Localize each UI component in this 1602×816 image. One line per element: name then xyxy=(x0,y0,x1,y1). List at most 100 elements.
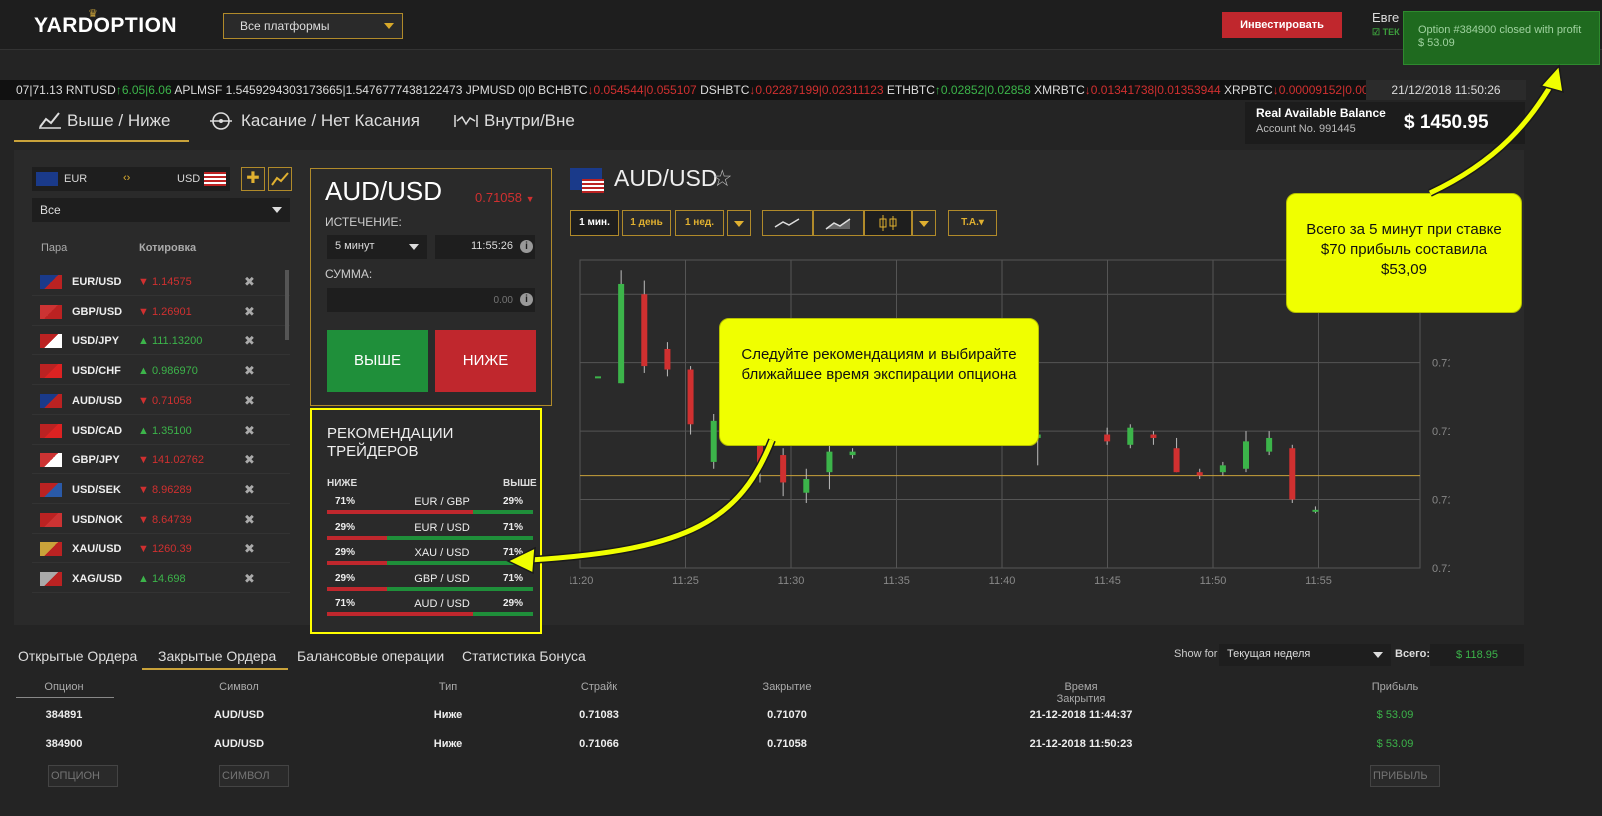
recommendation-row[interactable]: 29% XAU / USD 71% xyxy=(327,544,533,566)
pair-row[interactable]: USD/CHF ▲ 0.986970 ✖ xyxy=(32,356,290,386)
filter-symbol-input[interactable] xyxy=(219,765,289,787)
candle-body xyxy=(618,283,625,384)
remove-icon[interactable]: ✖ xyxy=(244,541,255,557)
chart-type-dropdown[interactable] xyxy=(912,210,936,236)
candle-chart-button[interactable] xyxy=(864,210,912,236)
area-chart-button[interactable] xyxy=(813,210,864,236)
tab-high-low[interactable]: Выше / Ниже xyxy=(67,111,170,131)
remove-icon[interactable]: ✖ xyxy=(244,393,255,409)
profit-notification[interactable]: Option #384900 closed with profit $ 53.0… xyxy=(1403,11,1600,65)
tf-dropdown[interactable] xyxy=(727,210,751,236)
put-button[interactable]: НИЖЕ xyxy=(435,330,536,392)
call-button[interactable]: ВЫШЕ xyxy=(327,330,428,392)
tab-balance-ops[interactable]: Балансовые операции xyxy=(297,648,444,664)
account-number: Account No. 991445 xyxy=(1256,123,1356,135)
candle-body xyxy=(849,451,856,456)
y-tick-label: 0.71100 xyxy=(1432,358,1450,370)
active-tab-indicator xyxy=(14,140,189,142)
currency-flag-icon xyxy=(40,393,62,408)
recommendation-row[interactable]: 71% AUD / USD 29% xyxy=(327,595,533,617)
remove-icon[interactable]: ✖ xyxy=(244,274,255,290)
recommendation-row[interactable]: 29% EUR / USD 71% xyxy=(327,519,533,541)
recommendation-row[interactable]: 29% GBP / USD 71% xyxy=(327,570,533,592)
currency-flag-icon xyxy=(40,453,62,468)
invest-button[interactable]: Инвестировать xyxy=(1222,12,1342,38)
column-header[interactable]: Страйк xyxy=(559,681,639,693)
eu-flag-icon xyxy=(36,172,58,186)
ticker-value: ↓0.054544|0.055107 xyxy=(587,83,697,97)
logo[interactable]: YARDOPTION xyxy=(34,14,177,38)
remove-icon[interactable]: ✖ xyxy=(244,571,255,587)
pair-row[interactable]: USD/JPY ▲ 111.13200 ✖ xyxy=(32,326,290,356)
column-header[interactable]: Прибыль xyxy=(1355,681,1435,693)
remove-icon[interactable]: ✖ xyxy=(244,512,255,528)
expiry-select[interactable]: 5 минут xyxy=(327,235,427,259)
tf-1min[interactable]: 1 мин. xyxy=(570,210,619,236)
higher-percent: 71% xyxy=(503,572,524,584)
line-chart-button[interactable] xyxy=(762,210,813,236)
pair-row[interactable]: USD/NOK ▼ 8.64739 ✖ xyxy=(32,505,290,534)
chevron-down-icon xyxy=(734,221,744,227)
pair-row[interactable]: GBP/USD ▼ 1.26901 ✖ xyxy=(32,297,290,326)
pair-filter-select[interactable]: Все xyxy=(32,198,290,222)
ticker-symbol: XMRBTC xyxy=(1030,83,1085,97)
lower-bar xyxy=(327,586,387,591)
pair-row[interactable]: EUR/USD ▼ 1.14575 ✖ xyxy=(32,267,290,296)
add-icon[interactable]: ✚ xyxy=(241,167,265,191)
remove-icon[interactable]: ✖ xyxy=(244,452,255,468)
account-status-label: ТЕК xyxy=(1382,27,1400,37)
remove-icon[interactable]: ✖ xyxy=(244,363,255,379)
swap-icon[interactable]: ‹› xyxy=(123,172,130,184)
pair-selector[interactable]: EUR ‹› USD xyxy=(32,167,230,191)
remove-icon[interactable]: ✖ xyxy=(244,482,255,498)
column-header[interactable]: Закрытие xyxy=(747,681,827,693)
tab-closed-orders[interactable]: Закрытые Ордера xyxy=(158,648,276,664)
tf-1day[interactable]: 1 день xyxy=(622,210,671,236)
info-icon[interactable]: i xyxy=(520,240,533,253)
recommendations-title: РЕКОМЕНДАЦИИ ТРЕЙДЕРОВ xyxy=(327,425,453,461)
tab-in-out[interactable]: Внутри/Вне xyxy=(484,111,575,131)
remove-icon[interactable]: ✖ xyxy=(244,333,255,349)
candle-body xyxy=(687,369,694,425)
trade-price-value: 0.71058 xyxy=(475,190,522,205)
tab-open-orders[interactable]: Открытые Ордера xyxy=(18,648,137,664)
ticker-value: ↓0.01341738|0.01353944 xyxy=(1084,83,1221,97)
remove-icon[interactable]: ✖ xyxy=(244,304,255,320)
column-header[interactable]: Опцион xyxy=(24,681,104,693)
chevron-down-icon xyxy=(919,221,929,227)
tf-1week[interactable]: 1 нед. xyxy=(675,210,724,236)
pair-symbol: USD/JPY xyxy=(72,335,120,348)
platform-select[interactable]: Все платформы xyxy=(223,13,403,39)
server-clock: 21/12/2018 11:50:26 xyxy=(1366,80,1526,100)
chart-icon[interactable] xyxy=(268,167,292,191)
period-select[interactable]: Текущая неделя xyxy=(1219,644,1391,666)
tab-touch[interactable]: Касание / Нет Касания xyxy=(241,111,420,131)
ta-button[interactable]: T.A.▾ xyxy=(948,210,997,236)
recommendation-row[interactable]: 71% EUR / GBP 29% xyxy=(327,493,533,515)
pair-row[interactable]: USD/SEK ▼ 8.96289 ✖ xyxy=(32,475,290,504)
column-header[interactable]: Тип xyxy=(408,681,488,693)
pair-quote: ▼ 1.14575 xyxy=(138,276,192,288)
ticker-symbol: ETHBTC xyxy=(883,83,935,97)
currency-flag-icon xyxy=(40,423,62,438)
filter-option-input[interactable] xyxy=(48,765,118,787)
column-header[interactable]: Символ xyxy=(199,681,279,693)
pair-row[interactable]: GBP/JPY ▼ 141.02762 ✖ xyxy=(32,445,290,475)
user-name[interactable]: Евге xyxy=(1372,10,1399,25)
period-select-value: Текущая неделя xyxy=(1227,648,1311,660)
pair-row[interactable]: XAU/USD ▼ 1260.39 ✖ xyxy=(32,534,290,564)
price-ticker: 07|71.13 RNTUSD↑6.05|6.06 APLMSF 1.54592… xyxy=(0,80,1525,100)
pair-row[interactable]: AUD/USD ▼ 0.71058 ✖ xyxy=(32,386,290,415)
higher-bar xyxy=(386,535,533,540)
column-header[interactable]: Время Закрытия xyxy=(1041,681,1121,705)
candle-body xyxy=(641,294,648,367)
pair-row[interactable]: USD/CAD ▲ 1.35100 ✖ xyxy=(32,416,290,445)
tab-bonus-stats[interactable]: Статистика Бонуса xyxy=(462,648,586,664)
filter-profit-input[interactable] xyxy=(1370,765,1440,787)
star-icon[interactable]: ☆ xyxy=(712,165,733,192)
amount-input[interactable] xyxy=(327,288,535,312)
pair-row[interactable]: XAG/USD ▲ 14.698 ✖ xyxy=(32,564,290,593)
info-icon[interactable]: i xyxy=(520,293,533,306)
remove-icon[interactable]: ✖ xyxy=(244,423,255,439)
pairs-scrollbar[interactable] xyxy=(285,270,289,340)
